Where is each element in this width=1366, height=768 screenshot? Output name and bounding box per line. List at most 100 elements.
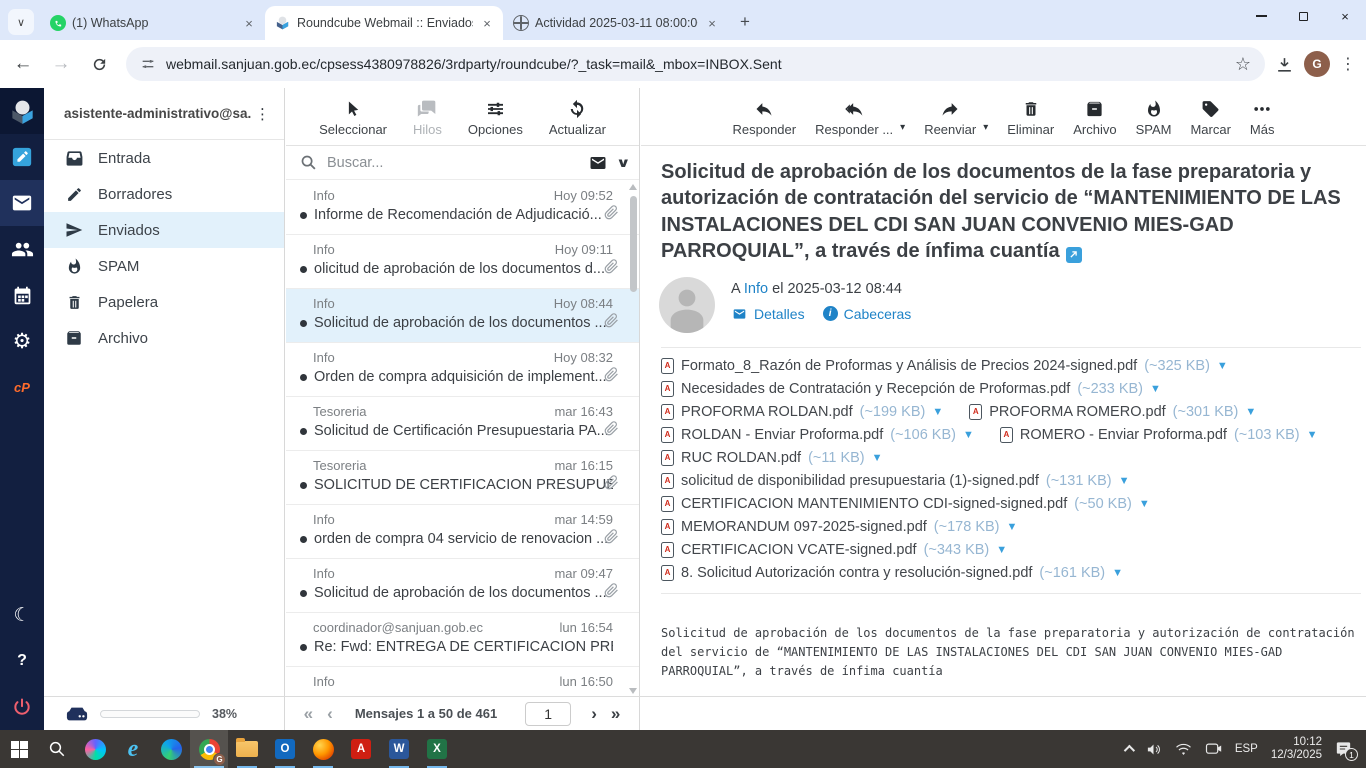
attachment-name[interactable]: ROLDAN - Enviar Proforma.pdf [681, 427, 883, 443]
next-page-button[interactable]: › [591, 704, 597, 724]
delete-button[interactable]: Eliminar [1007, 95, 1054, 137]
minimize-button[interactable] [1240, 0, 1282, 32]
attachment-name[interactable]: ROMERO - Enviar Proforma.pdf [1020, 427, 1227, 443]
tab-actividad[interactable]: Actividad 2025-03-11 08:00:00 × [503, 6, 728, 40]
taskbar-outlook-button[interactable]: O [266, 730, 304, 768]
folder-archivo[interactable]: Archivo [44, 320, 284, 356]
scroll-thumb[interactable] [630, 196, 637, 292]
taskbar-search-button[interactable] [38, 730, 76, 768]
attachment-item[interactable]: PROFORMA ROMERO.pdf (~301 KB) ▼ [969, 403, 1256, 420]
browser-menu-icon[interactable]: ⋮ [1340, 54, 1356, 74]
more-button[interactable]: Más [1250, 95, 1274, 137]
attachment-menu-caret-icon[interactable]: ▼ [1245, 406, 1256, 418]
bookmark-star-icon[interactable]: ☆ [1235, 54, 1251, 75]
taskbar-acrobat-button[interactable]: A [342, 730, 380, 768]
language-indicator[interactable]: ESP [1235, 743, 1258, 755]
nav-cpanel[interactable]: cP [0, 364, 44, 410]
close-icon[interactable]: × [241, 15, 257, 31]
close-icon[interactable]: × [704, 15, 720, 31]
attachment-menu-caret-icon[interactable]: ▼ [1139, 498, 1150, 510]
clock[interactable]: 10:12 12/3/2025 [1271, 736, 1322, 762]
last-page-button[interactable]: » [611, 704, 620, 724]
attachment-name[interactable]: MEMORANDUM 097-2025-signed.pdf [681, 519, 927, 535]
message-row[interactable]: Info Hoy 09:11 olicitud de aprobación de … [286, 235, 639, 289]
attachment-name[interactable]: RUC ROLDAN.pdf [681, 450, 801, 466]
attachment-menu-caret-icon[interactable]: ▼ [1119, 475, 1130, 487]
refresh-button[interactable]: Actualizar [549, 95, 606, 137]
forward-button[interactable]: Reenviar [924, 95, 976, 137]
nav-calendar[interactable] [0, 272, 44, 318]
forward-caret-icon[interactable]: ▾ [983, 122, 988, 133]
attachment-item[interactable]: solicitud de disponibilidad presupuestar… [661, 472, 1130, 489]
message-row[interactable]: Tesoreria mar 16:15 SOLICITUD DE CERTIFIC… [286, 451, 639, 505]
reload-button[interactable] [84, 49, 114, 79]
tab-whatsapp[interactable]: (1) WhatsApp × [40, 6, 265, 40]
attachment-menu-caret-icon[interactable]: ▼ [963, 429, 974, 441]
taskbar-word-button[interactable]: W [380, 730, 418, 768]
url-bar[interactable]: webmail.sanjuan.gob.ec/cpsess4380978826/… [126, 47, 1265, 81]
attachment-name[interactable]: solicitud de disponibilidad presupuestar… [681, 473, 1039, 489]
taskbar-copilot-button[interactable] [76, 730, 114, 768]
folder-borradores[interactable]: Borradores [44, 176, 284, 212]
open-in-new-window-icon[interactable] [1065, 246, 1082, 263]
attachment-item[interactable]: Formato_8_Razón de Proformas y Análisis … [661, 357, 1228, 374]
close-icon[interactable]: × [479, 15, 495, 31]
reply-button[interactable]: Responder [733, 95, 796, 137]
wifi-icon[interactable] [1175, 742, 1192, 756]
notification-center-button[interactable]: 1 [1335, 741, 1358, 761]
attachment-menu-caret-icon[interactable]: ▼ [872, 452, 883, 464]
meet-now-icon[interactable] [1205, 742, 1222, 756]
attachment-name[interactable]: Necesidades de Contratación y Recepción … [681, 381, 1070, 397]
taskbar-firefox-button[interactable] [304, 730, 342, 768]
search-input[interactable] [327, 154, 589, 171]
attachment-item[interactable]: CERTIFICACION MANTENIMIENTO CDI-signed-s… [661, 495, 1150, 512]
select-button[interactable]: Seleccionar [319, 95, 387, 137]
attachment-menu-caret-icon[interactable]: ▼ [1007, 521, 1018, 533]
taskbar-chrome-button[interactable]: G [190, 730, 228, 768]
headers-toggle[interactable]: i Cabeceras [822, 306, 911, 322]
recipient-link[interactable]: Info [744, 281, 768, 297]
reply-all-caret-icon[interactable]: ▾ [900, 122, 905, 133]
spam-button[interactable]: SPAM [1136, 95, 1171, 137]
attachment-item[interactable]: Necesidades de Contratación y Recepción … [661, 380, 1161, 397]
prev-page-button[interactable]: ‹ [327, 704, 333, 724]
nav-mail[interactable] [0, 180, 44, 226]
attachment-item[interactable]: CERTIFICACION VCATE-signed.pdf (~343 KB) ▼ [661, 541, 1007, 558]
restore-button[interactable] [1282, 0, 1324, 32]
message-row[interactable]: Info lun 16:50 [286, 667, 639, 696]
back-button[interactable]: ← [8, 49, 38, 79]
folder-papelera[interactable]: Papelera [44, 284, 284, 320]
profile-avatar[interactable]: G [1304, 51, 1330, 77]
forward-button[interactable]: → [46, 49, 76, 79]
attachment-menu-caret-icon[interactable]: ▼ [996, 544, 1007, 556]
attachment-menu-caret-icon[interactable]: ▼ [1150, 383, 1161, 395]
url-text[interactable]: webmail.sanjuan.gob.ec/cpsess4380978826/… [166, 56, 782, 72]
volume-icon[interactable] [1145, 742, 1162, 757]
message-row[interactable]: Info mar 09:47 Solicitud de aprobación de… [286, 559, 639, 613]
threads-button[interactable]: Hilos [413, 95, 442, 137]
site-settings-icon[interactable] [140, 56, 156, 72]
dark-mode-toggle[interactable]: ☾ [0, 592, 44, 638]
archive-button[interactable]: Archivo [1073, 95, 1117, 137]
tab-roundcube[interactable]: Roundcube Webmail :: Enviados × [265, 6, 503, 40]
logout-button[interactable] [0, 684, 44, 730]
list-scrollbar[interactable] [628, 184, 638, 694]
message-row[interactable]: Info Hoy 08:32 Orden de compra adquisició… [286, 343, 639, 397]
search-options-chevron-icon[interactable]: ∨ [616, 155, 631, 171]
tray-expand-chevron-icon[interactable] [1123, 744, 1135, 757]
taskbar-edge-button[interactable] [152, 730, 190, 768]
folder-entrada[interactable]: Entrada [44, 140, 284, 176]
message-row-selected[interactable]: Info Hoy 08:44 Solicitud de aprobación de… [286, 289, 639, 343]
attachment-item[interactable]: MEMORANDUM 097-2025-signed.pdf (~178 KB) ▼ [661, 518, 1018, 535]
attachment-menu-caret-icon[interactable]: ▼ [1307, 429, 1318, 441]
message-row[interactable]: coordinador@sanjuan.gob.ec lun 16:54 Re: … [286, 613, 639, 667]
details-toggle[interactable]: Detalles [731, 306, 805, 322]
attachment-menu-caret-icon[interactable]: ▼ [932, 406, 943, 418]
reply-all-button[interactable]: Responder ... [815, 95, 893, 137]
options-button[interactable]: Opciones [468, 95, 523, 137]
folder-enviados[interactable]: Enviados [44, 212, 284, 248]
compose-button[interactable] [0, 134, 44, 180]
nav-contacts[interactable] [0, 226, 44, 272]
mark-button[interactable]: Marcar [1190, 95, 1231, 137]
search-scope-mail-icon[interactable] [588, 154, 608, 172]
